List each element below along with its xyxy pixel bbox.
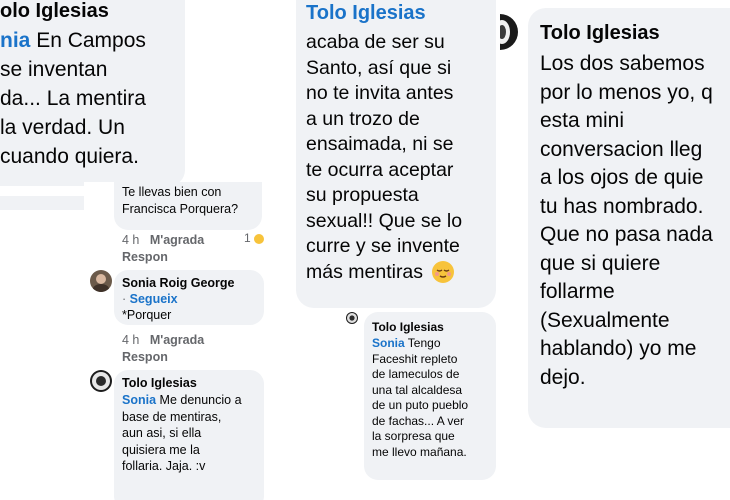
reply-bubble-1: Te llevas bien con Francisca Porquera? xyxy=(114,182,262,230)
reply-body: Sonia Tengo Faceshit repleto de lameculo… xyxy=(372,336,469,459)
comment-body: Los dos sabemos por lo menos yo, q esta … xyxy=(540,52,713,389)
reply-bubble-2: Sonia Roig George · Segueix *Porquer xyxy=(114,270,264,325)
timestamp: 4 h xyxy=(122,333,140,347)
comment-bubble: Tolo Iglesias Los dos sabemos por lo men… xyxy=(528,8,730,428)
comment-line: se inventan xyxy=(0,58,108,81)
comment-bubble: olo Iglesias nia En Campos se inventan d… xyxy=(0,0,185,186)
comment-body: acaba de ser su Santo, así que si no te … xyxy=(306,31,463,284)
avatar[interactable] xyxy=(90,270,112,292)
comment-bubble: Tolo Iglesias acaba de ser su Santo, así… xyxy=(296,0,496,308)
reply-body: Te llevas bien con Francisca Porquera? xyxy=(122,185,239,216)
reply-bubble: Tolo Iglesias Sonia Tengo Faceshit reple… xyxy=(364,312,496,480)
reply-text: *Porquer xyxy=(122,308,172,322)
comment-author[interactable]: Tolo Iglesias xyxy=(306,2,426,25)
comment-panel-4: Tolo Iglesias Los dos sabemos por lo men… xyxy=(500,0,730,440)
comment-body: nia En Campos se inventan da... La menti… xyxy=(0,26,146,171)
gray-strip xyxy=(0,196,84,210)
mention-link[interactable]: nia xyxy=(0,29,30,52)
comment-author[interactable]: olo Iglesias xyxy=(0,0,109,23)
reply-author[interactable]: Tolo Iglesias xyxy=(122,376,197,390)
comment-line: da... La mentira xyxy=(0,87,146,110)
comment-author[interactable]: Tolo Iglesias xyxy=(540,22,660,45)
mention-link[interactable]: Sonia xyxy=(372,336,405,350)
comment-panel-1: olo Iglesias nia En Campos se inventan d… xyxy=(0,0,188,210)
mention-link[interactable]: Sonia xyxy=(122,393,156,407)
comment-line: nia En Campos xyxy=(0,29,146,52)
reply-thread-panel: Te llevas bien con Francisca Porquera? 4… xyxy=(84,182,274,500)
reaction-count: 1 xyxy=(244,231,265,245)
like-link[interactable]: M'agrada xyxy=(150,333,204,347)
reply-author[interactable]: Tolo Iglesias xyxy=(372,320,444,334)
reply-bubble-3: Tolo Iglesias Sonia Me denuncio a base d… xyxy=(114,370,264,500)
like-link[interactable]: M'agrada xyxy=(150,233,204,247)
relieved-face-emoji-icon xyxy=(432,261,455,284)
follow-link[interactable]: · Segueix xyxy=(122,292,178,306)
avatar[interactable] xyxy=(90,370,112,392)
timestamp: 4 h xyxy=(122,233,140,247)
comment-line: la verdad. Un xyxy=(0,116,125,139)
reply-author[interactable]: Sonia Roig George xyxy=(122,276,235,290)
reply-link[interactable]: Respon xyxy=(122,350,168,364)
comment-line: cuando quiera. xyxy=(0,145,139,168)
comment-panel-3: Tolo Iglesias acaba de ser su Santo, así… xyxy=(296,0,496,500)
laugh-emoji-icon xyxy=(254,233,265,244)
reply-link[interactable]: Respon xyxy=(122,250,168,264)
reply-actions-2: 4 h M'agrada Respon xyxy=(122,332,204,366)
reply-actions-1: 4 h M'agrada Respon xyxy=(122,232,204,266)
avatar[interactable] xyxy=(346,312,358,324)
avatar[interactable] xyxy=(500,14,518,50)
reply-body: Sonia Me denuncio a base de mentiras, au… xyxy=(122,393,242,473)
